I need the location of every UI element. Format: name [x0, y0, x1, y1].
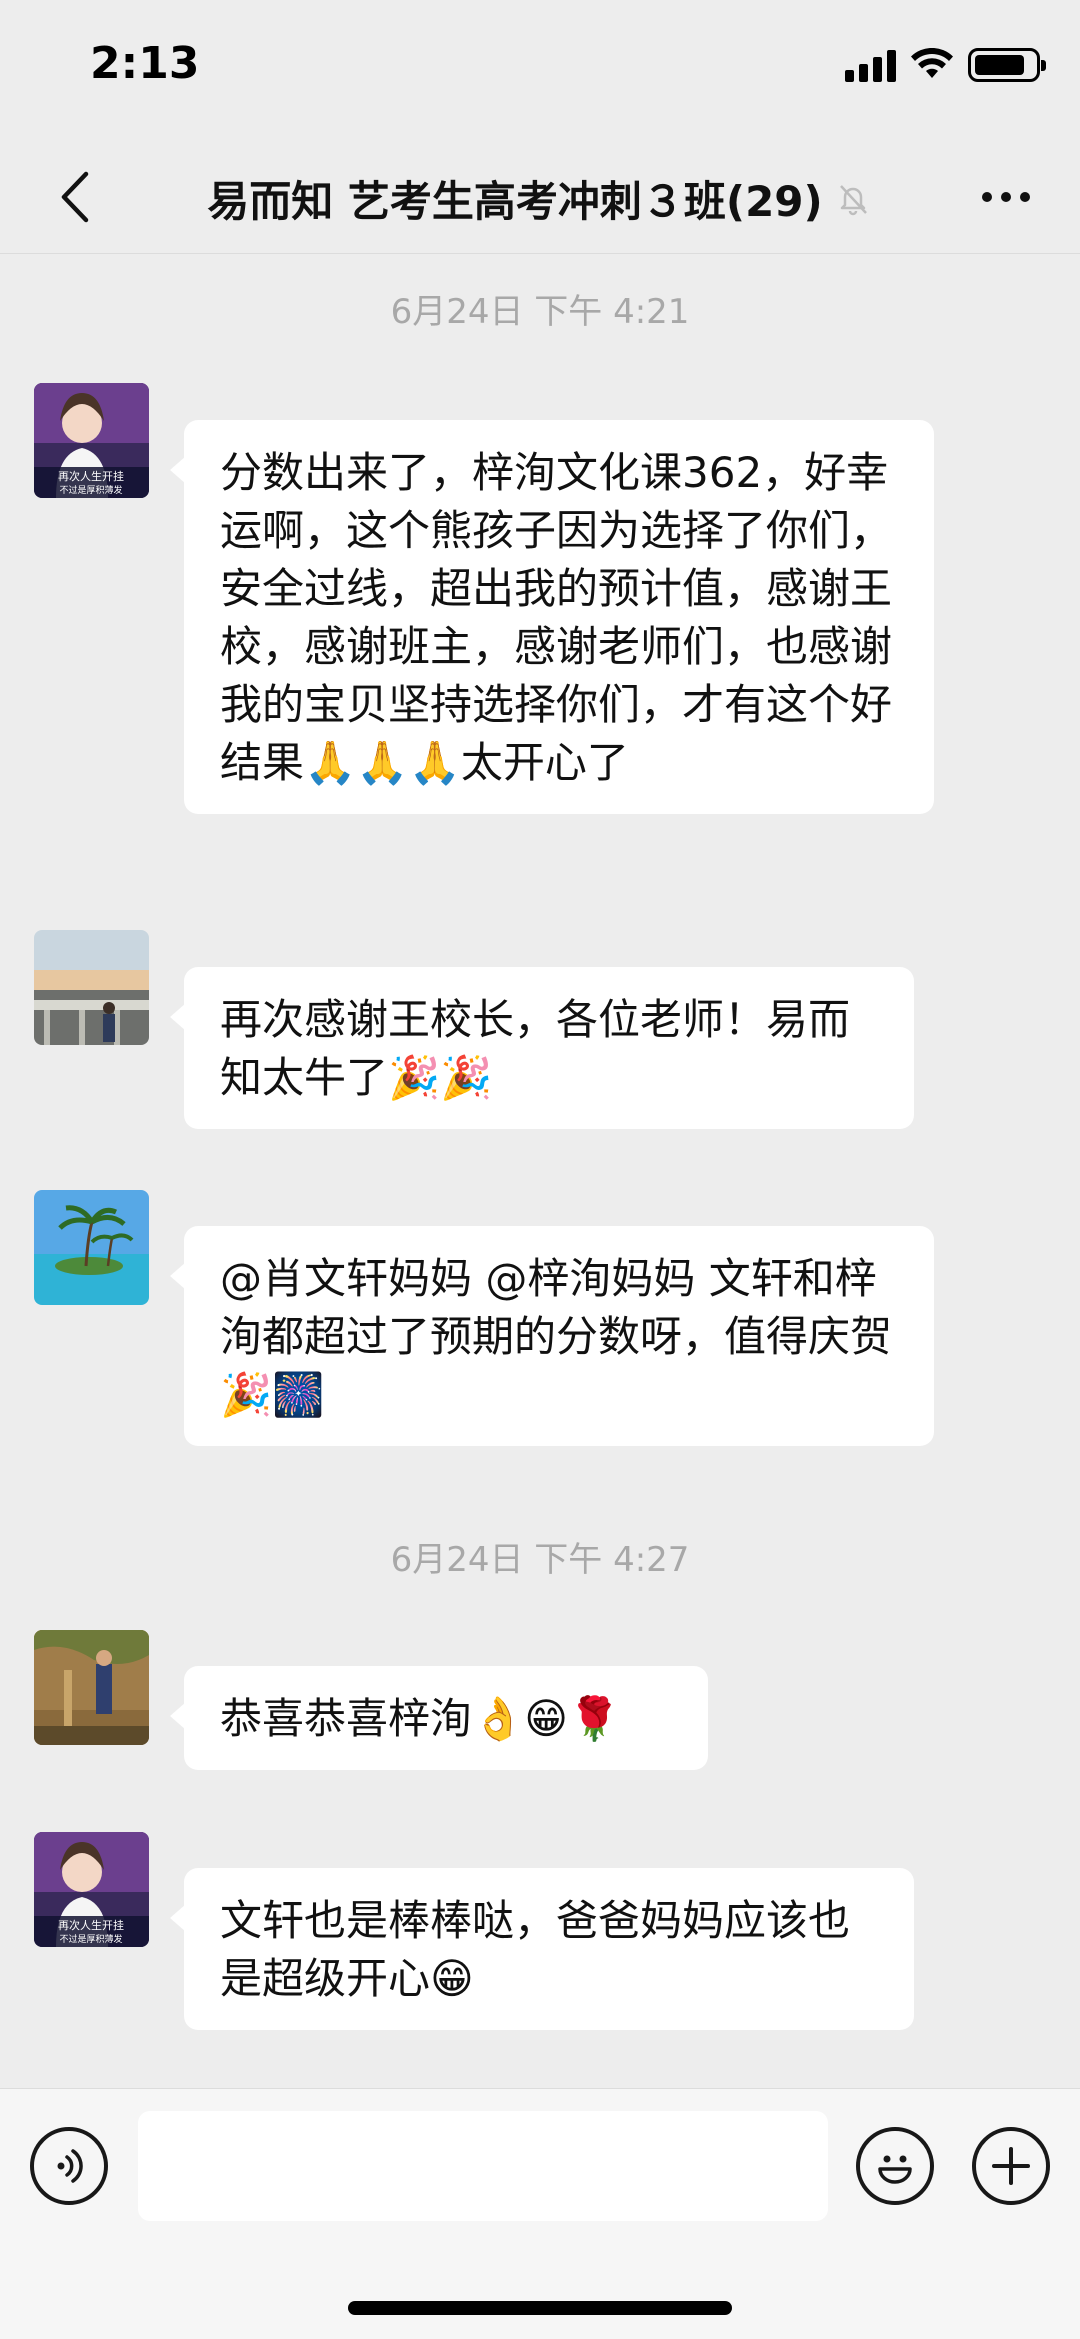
signal-icon: [845, 48, 896, 82]
avatar[interactable]: 再次人生开挂 不过是厚积薄发: [34, 1832, 149, 1947]
message-bubble[interactable]: 再次感谢王校长，各位老师！易而知太牛了🎉🎉: [170, 967, 914, 1129]
mute-icon: [839, 184, 867, 215]
message-text: 分数出来了，梓洵文化课362，好幸运啊，这个熊孩子因为选择了你们，安全过线，超出…: [220, 448, 893, 787]
message-bubble[interactable]: 文轩也是棒棒哒，爸爸妈妈应该也是超级开心😁: [170, 1868, 914, 2030]
plus-button[interactable]: [972, 2127, 1050, 2205]
message-text: 恭喜恭喜梓洵👌😁🌹: [220, 1694, 621, 1743]
message-text: 再次感谢王校长，各位老师！易而知太牛了🎉🎉: [220, 995, 851, 1102]
message-text: 文轩也是棒棒哒，爸爸妈妈应该也是超级开心😁: [220, 1896, 851, 2003]
message-input[interactable]: [138, 2111, 828, 2221]
battery-icon: [968, 48, 1046, 82]
avatar[interactable]: [34, 1630, 149, 1745]
message-bubble[interactable]: 恭喜恭喜梓洵👌😁🌹: [170, 1666, 708, 1770]
status-bar: 2:13: [0, 0, 1080, 140]
avatar[interactable]: [34, 1190, 149, 1305]
more-icon: [982, 192, 992, 202]
avatar[interactable]: [34, 930, 149, 1045]
voice-icon: [57, 2149, 83, 2183]
voice-button[interactable]: [30, 2127, 108, 2205]
plus-icon: [992, 2147, 1030, 2185]
home-indicator[interactable]: [348, 2301, 732, 2315]
message-bubble[interactable]: @肖文轩妈妈 @梓洵妈妈 文轩和梓洵都超过了预期的分数呀，值得庆贺🎉🎆: [170, 1226, 934, 1446]
svg-text:再次人生开挂: 再次人生开挂: [58, 1918, 124, 1932]
status-time: 2:13: [90, 38, 200, 89]
svg-text:不过是厚积薄发: 不过是厚积薄发: [59, 1933, 122, 1945]
input-bar: [0, 2088, 1080, 2339]
message-bubble[interactable]: 分数出来了，梓洵文化课362，好幸运啊，这个熊孩子因为选择了你们，安全过线，超出…: [170, 420, 934, 814]
emoji-icon: [878, 2155, 912, 2184]
timestamp: 6月24日 下午 4:21: [390, 292, 690, 332]
chat-title: 易而知 艺考生高考冲刺３班(29): [0, 168, 1080, 229]
wifi-icon: [911, 48, 953, 78]
avatar[interactable]: 再次人生开挂 不过是厚积薄发: [34, 383, 149, 498]
chat-title-text: 易而知 艺考生高考冲刺３班(29): [207, 177, 823, 226]
svg-text:再次人生开挂: 再次人生开挂: [58, 469, 124, 483]
message-text: @肖文轩妈妈 @梓洵妈妈 文轩和梓洵都超过了预期的分数呀，值得庆贺🎉🎆: [220, 1254, 893, 1419]
chat-header: 易而知 艺考生高考冲刺３班(29): [0, 140, 1080, 254]
timestamp: 6月24日 下午 4:27: [390, 1540, 690, 1580]
emoji-button[interactable]: [856, 2127, 934, 2205]
status-icons: [845, 48, 1046, 82]
svg-text:不过是厚积薄发: 不过是厚积薄发: [59, 484, 122, 496]
more-button[interactable]: [966, 162, 1046, 232]
